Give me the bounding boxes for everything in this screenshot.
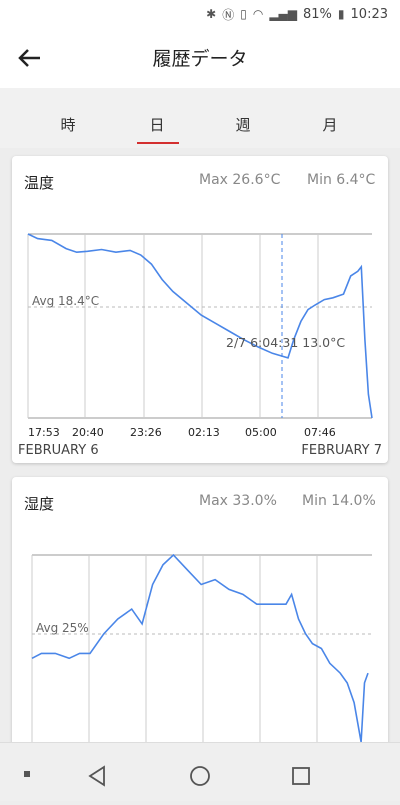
back-nav-button[interactable] bbox=[88, 765, 105, 787]
tab-indicator bbox=[137, 142, 179, 144]
tab-day[interactable]: 日 bbox=[137, 114, 177, 135]
highlight-tooltip: 2/7 6:04:31 13.0°C bbox=[226, 335, 345, 350]
vibrate-icon: ▯ bbox=[240, 7, 247, 21]
x-tick-label: 02:13 bbox=[188, 426, 220, 439]
x-tick-label: 17:53 bbox=[28, 426, 60, 439]
status-bar: ✱ Ⓝ ▯ ◠ ▂▄▆ 81% ▮ 10:23 bbox=[0, 0, 400, 28]
avg-label: Avg 18.4°C bbox=[32, 294, 99, 308]
battery-icon: ▮ bbox=[337, 7, 345, 21]
home-button[interactable] bbox=[190, 766, 210, 786]
bluetooth-icon: ✱ bbox=[206, 7, 217, 21]
app-bar: 履歴データ bbox=[0, 28, 400, 88]
tab-hour[interactable]: 時 bbox=[48, 114, 88, 135]
tab-month[interactable]: 月 bbox=[310, 114, 350, 135]
x-tick-label: 07:46 bbox=[304, 426, 336, 439]
nfc-icon: Ⓝ bbox=[222, 7, 235, 22]
x-tick-labels: 17:53 20:40 23:26 02:13 05:00 07:46 bbox=[28, 426, 336, 439]
battery-percent: 81% bbox=[303, 6, 332, 22]
temperature-series-line bbox=[27, 233, 373, 419]
temperature-card: 温度 Max 26.6°C Min 6.4°C Avg 18.4°C 2/7 6… bbox=[12, 156, 388, 463]
page-title: 履歴データ bbox=[152, 48, 248, 70]
x-tick-label: 23:26 bbox=[130, 426, 162, 439]
menu-dot-button[interactable] bbox=[24, 771, 30, 777]
humidity-chart[interactable]: Avg 25% bbox=[12, 477, 388, 777]
end-date-label: FEBRUARY 7 bbox=[301, 443, 382, 458]
navigation-bar bbox=[0, 742, 400, 801]
clock: 10:23 bbox=[350, 6, 388, 22]
temperature-chart[interactable]: Avg 18.4°C 2/7 6:04:31 13.0°C 17:53 20:4… bbox=[12, 156, 388, 441]
tab-bar: 時 日 週 月 bbox=[0, 88, 400, 148]
recents-button[interactable] bbox=[292, 767, 310, 785]
vertical-gridlines bbox=[27, 234, 319, 418]
avg-label: Avg 25% bbox=[36, 621, 89, 635]
tab-week[interactable]: 週 bbox=[223, 114, 263, 135]
humidity-series-line bbox=[31, 553, 369, 743]
signal-icon: ▂▄▆ bbox=[269, 7, 298, 21]
start-date-label: FEBRUARY 6 bbox=[18, 443, 99, 458]
humidity-card: 湿度 Max 33.0% Min 14.0% Avg 25% bbox=[12, 477, 388, 777]
wifi-icon: ◠ bbox=[252, 7, 264, 21]
x-tick-label: 05:00 bbox=[245, 426, 277, 439]
x-tick-label: 20:40 bbox=[72, 426, 104, 439]
